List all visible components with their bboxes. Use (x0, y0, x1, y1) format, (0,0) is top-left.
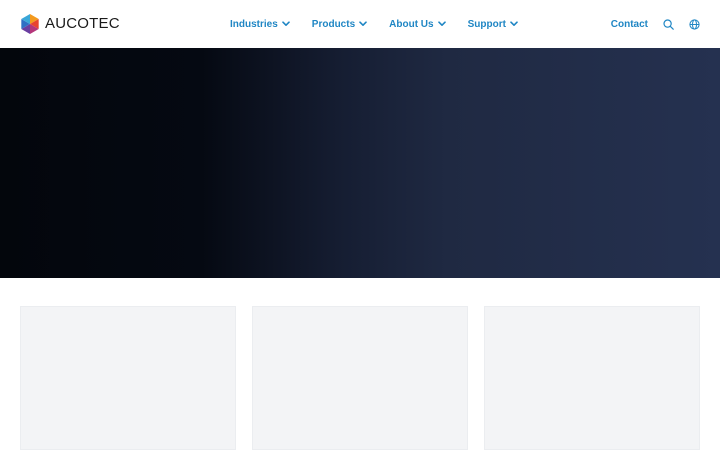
chevron-down-icon (281, 21, 290, 26)
nav-item-label: Products (311, 18, 356, 30)
logo[interactable]: AUCOTEC (20, 14, 120, 34)
logo-mark-icon (21, 14, 39, 34)
globe-icon (689, 18, 700, 30)
content-card-placeholder (252, 306, 468, 450)
nav-item-label: Industries (230, 18, 278, 30)
nav-item-support[interactable]: Support (468, 19, 518, 30)
nav-item-about-us[interactable]: About Us (389, 18, 446, 30)
nav-item-label: Support (467, 18, 506, 30)
language-button[interactable] (689, 18, 700, 30)
content-card-placeholder (484, 306, 700, 450)
main-nav: Industries Products About Us Support (230, 0, 540, 48)
nav-item-products[interactable]: Products (312, 19, 367, 30)
hero-banner (0, 48, 720, 278)
header-tools: Contact (611, 0, 700, 48)
chevron-down-icon (437, 21, 446, 26)
logo-text: AUCOTEC (45, 15, 120, 32)
chevron-down-icon (510, 21, 518, 26)
nav-item-industries[interactable]: Industries (230, 19, 290, 30)
contact-link[interactable]: Contact (611, 19, 648, 30)
search-button[interactable] (663, 18, 674, 30)
chevron-down-icon (359, 21, 367, 26)
search-icon (663, 18, 674, 30)
content-card-placeholder (20, 306, 236, 450)
site-header: AUCOTEC Industries Products About Us Sup… (0, 0, 720, 48)
nav-item-label: About Us (389, 18, 434, 30)
